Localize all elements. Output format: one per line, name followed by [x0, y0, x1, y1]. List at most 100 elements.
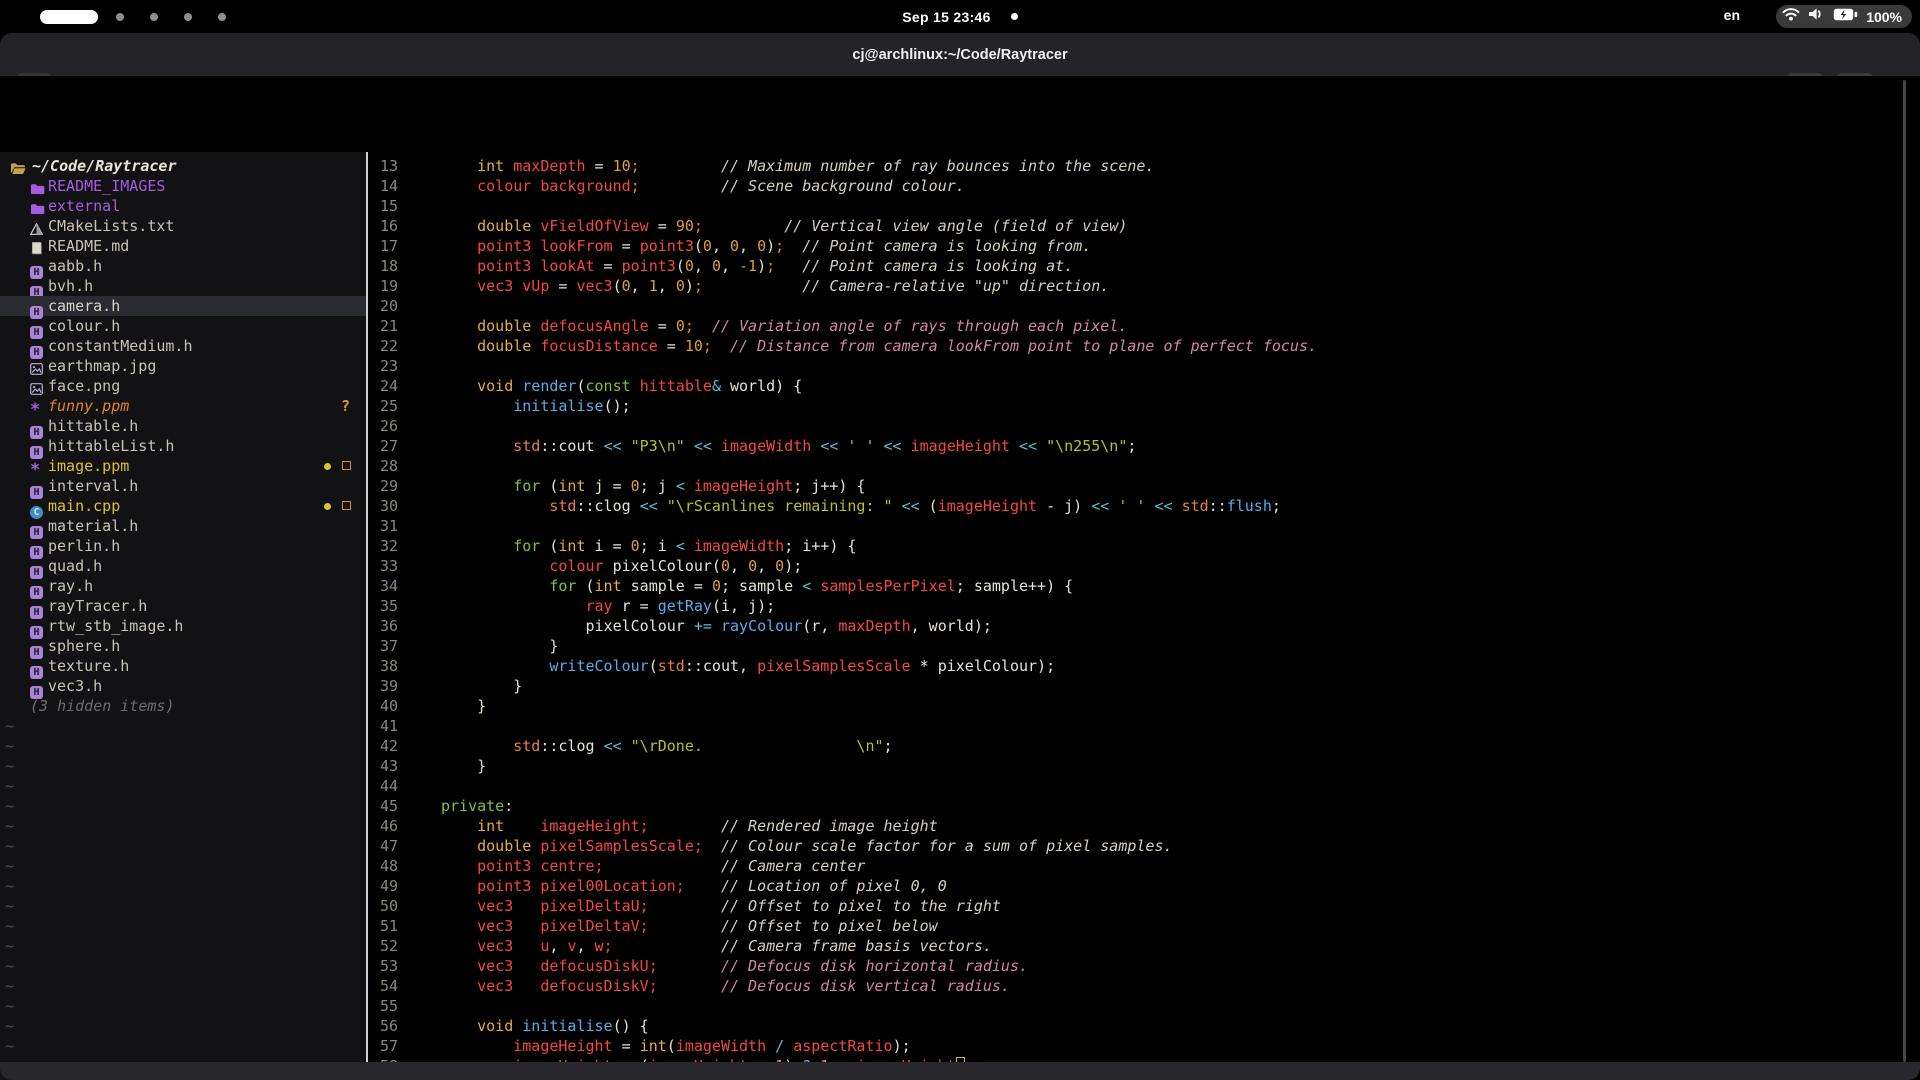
code-line-53[interactable]: 53 vec3 defocusDiskU; // Defocus disk ho…: [370, 956, 1900, 976]
code-line-30[interactable]: 30 std::clog << "\rScanlines remaining: …: [370, 496, 1900, 516]
code-line-44[interactable]: 44: [370, 776, 1900, 796]
code-line-22[interactable]: 22 double focusDistance = 10; // Distanc…: [370, 336, 1900, 356]
code-line-32[interactable]: 32 for (int i = 0; i < imageWidth; i++) …: [370, 536, 1900, 556]
empty-line-tilde: ~: [5, 936, 14, 956]
clock-area[interactable]: Sep 15 23:46: [0, 0, 1920, 33]
tree-item-material-h[interactable]: Hmaterial.h: [0, 516, 366, 536]
code-line-28[interactable]: 28: [370, 456, 1900, 476]
code-line-27[interactable]: 27 std::cout << "P3\n" << imageWidth << …: [370, 436, 1900, 456]
code-line-21[interactable]: 21 double defocusAngle = 0; // Variation…: [370, 316, 1900, 336]
tree-item-face-png[interactable]: face.png: [0, 376, 366, 396]
code-line-text: for (int sample = 0; sample < samplesPer…: [441, 576, 1073, 596]
tree-item-readme-md[interactable]: README.md: [0, 236, 366, 256]
code-line-48[interactable]: 48 point3 centre; // Camera center: [370, 856, 1900, 876]
tree-item-bvh-h[interactable]: Hbvh.h: [0, 276, 366, 296]
code-line-52[interactable]: 52 vec3 u, v, w; // Camera frame basis v…: [370, 936, 1900, 956]
terminal-titlebar[interactable]: cj@archlinux:~/Code/Raytracer ×: [0, 33, 1920, 76]
code-line-50[interactable]: 50 vec3 pixelDeltaU; // Offset to pixel …: [370, 896, 1900, 916]
line-number: 43: [370, 756, 398, 776]
git-modified-icon: [342, 461, 351, 470]
tree-item-perlin-h[interactable]: Hperlin.h: [0, 536, 366, 556]
line-number: 21: [370, 316, 398, 336]
code-line-36[interactable]: 36 pixelColour += rayColour(r, maxDepth,…: [370, 616, 1900, 636]
code-line-46[interactable]: 46 int imageHeight; // Rendered image he…: [370, 816, 1900, 836]
tree-item-readme-images[interactable]: README_IMAGES: [0, 176, 366, 196]
tree-item-earthmap-jpg[interactable]: earthmap.jpg: [0, 356, 366, 376]
code-line-text: for (int j = 0; j < imageHeight; j++) {: [441, 476, 865, 496]
tree-item-aabb-h[interactable]: Haabb.h: [0, 256, 366, 276]
code-line-text: initialise();: [441, 396, 631, 416]
tree-root[interactable]: ~/Code/Raytracer: [0, 156, 366, 176]
neotree-file-explorer[interactable]: ~/Code/RaytracerREADME_IMAGESexternalCMa…: [0, 152, 366, 1080]
window-separator[interactable]: [366, 152, 368, 1080]
line-number: 56: [370, 1016, 398, 1036]
code-line-42[interactable]: 42 std::clog << "\rDone. \n";: [370, 736, 1900, 756]
code-line-24[interactable]: 24 void render(const hittable& world) {: [370, 376, 1900, 396]
code-line-37[interactable]: 37 }: [370, 636, 1900, 656]
empty-line-tilde: ~: [5, 1036, 14, 1056]
tree-item-hittablelist-h[interactable]: HhittableList.h: [0, 436, 366, 456]
code-line-35[interactable]: 35 ray r = getRay(i, j);: [370, 596, 1900, 616]
code-buffer[interactable]: 13 int maxDepth = 10; // Maximum number …: [370, 156, 1900, 1080]
code-line-47[interactable]: 47 double pixelSamplesScale; // Colour s…: [370, 836, 1900, 856]
tree-item-label: aabb.h: [48, 256, 102, 276]
clock[interactable]: Sep 15 23:46: [902, 9, 990, 25]
tree-item-raytracer-h[interactable]: HrayTracer.h: [0, 596, 366, 616]
code-line-19[interactable]: 19 vec3 vUp = vec3(0, 1, 0); // Camera-r…: [370, 276, 1900, 296]
code-line-26[interactable]: 26: [370, 416, 1900, 436]
code-line-39[interactable]: 39 }: [370, 676, 1900, 696]
tree-item-main-cpp[interactable]: Cmain.cpp: [0, 496, 366, 516]
line-number: 16: [370, 216, 398, 236]
code-line-51[interactable]: 51 vec3 pixelDeltaV; // Offset to pixel …: [370, 916, 1900, 936]
code-line-16[interactable]: 16 double vFieldOfView = 90; // Vertical…: [370, 216, 1900, 236]
tree-item-ray-h[interactable]: Hray.h: [0, 576, 366, 596]
tree-item-camera-h[interactable]: Hcamera.h: [0, 296, 366, 316]
tree-item-external[interactable]: external: [0, 196, 366, 216]
tree-item-vec3-h[interactable]: Hvec3.h: [0, 676, 366, 696]
tree-item-hittable-h[interactable]: Hhittable.h: [0, 416, 366, 436]
code-line-23[interactable]: 23: [370, 356, 1900, 376]
system-status-pill[interactable]: 100%: [1776, 5, 1912, 28]
line-number: 40: [370, 696, 398, 716]
tree-item-colour-h[interactable]: Hcolour.h: [0, 316, 366, 336]
tree-item-quad-h[interactable]: Hquad.h: [0, 556, 366, 576]
tree-item--3-hidden-items-[interactable]: (3 hidden items): [0, 696, 366, 716]
tree-item-interval-h[interactable]: Hinterval.h: [0, 476, 366, 496]
tree-item-texture-h[interactable]: Htexture.h: [0, 656, 366, 676]
tree-item-constantmedium-h[interactable]: HconstantMedium.h: [0, 336, 366, 356]
battery-percent: 100%: [1866, 9, 1902, 25]
tree-item-funny-ppm[interactable]: *funny.ppm?: [0, 396, 366, 416]
code-line-15[interactable]: 15: [370, 196, 1900, 216]
empty-line-tilde: ~: [5, 896, 14, 916]
code-line-43[interactable]: 43 }: [370, 756, 1900, 776]
code-line-38[interactable]: 38 writeColour(std::cout, pixelSamplesSc…: [370, 656, 1900, 676]
code-line-33[interactable]: 33 colour pixelColour(0, 0, 0);: [370, 556, 1900, 576]
code-line-34[interactable]: 34 for (int sample = 0; sample < samples…: [370, 576, 1900, 596]
code-line-57[interactable]: 57 imageHeight = int(imageWidth / aspect…: [370, 1036, 1900, 1056]
code-line-40[interactable]: 40 }: [370, 696, 1900, 716]
code-line-25[interactable]: 25 initialise();: [370, 396, 1900, 416]
tree-item-image-ppm[interactable]: *image.ppm: [0, 456, 366, 476]
line-number: 44: [370, 776, 398, 796]
code-line-18[interactable]: 18 point3 lookAt = point3(0, 0, -1); // …: [370, 256, 1900, 276]
tree-item-sphere-h[interactable]: Hsphere.h: [0, 636, 366, 656]
code-line-31[interactable]: 31: [370, 516, 1900, 536]
code-line-56[interactable]: 56 void initialise() {: [370, 1016, 1900, 1036]
empty-line-tilde: ~: [5, 836, 14, 856]
code-line-45[interactable]: 45private:: [370, 796, 1900, 816]
code-line-17[interactable]: 17 point3 lookFrom = point3(0, 0, 0); //…: [370, 236, 1900, 256]
code-line-49[interactable]: 49 point3 pixel00Location; // Location o…: [370, 876, 1900, 896]
line-number: 17: [370, 236, 398, 256]
tree-item-cmakelists-txt[interactable]: CMakeLists.txt: [0, 216, 366, 236]
terminal-scrollbar[interactable]: [1903, 80, 1906, 1062]
code-line-29[interactable]: 29 for (int j = 0; j < imageHeight; j++)…: [370, 476, 1900, 496]
code-line-20[interactable]: 20: [370, 296, 1900, 316]
code-line-14[interactable]: 14 colour background; // Scene backgroun…: [370, 176, 1900, 196]
code-line-13[interactable]: 13 int maxDepth = 10; // Maximum number …: [370, 156, 1900, 176]
code-line-41[interactable]: 41: [370, 716, 1900, 736]
tree-item-rtw-stb-image-h[interactable]: Hrtw_stb_image.h: [0, 616, 366, 636]
code-line-55[interactable]: 55: [370, 996, 1900, 1016]
keyboard-layout-indicator[interactable]: en: [1724, 7, 1740, 23]
tree-item-label: quad.h: [48, 556, 102, 576]
code-line-54[interactable]: 54 vec3 defocusDiskV; // Defocus disk ve…: [370, 976, 1900, 996]
